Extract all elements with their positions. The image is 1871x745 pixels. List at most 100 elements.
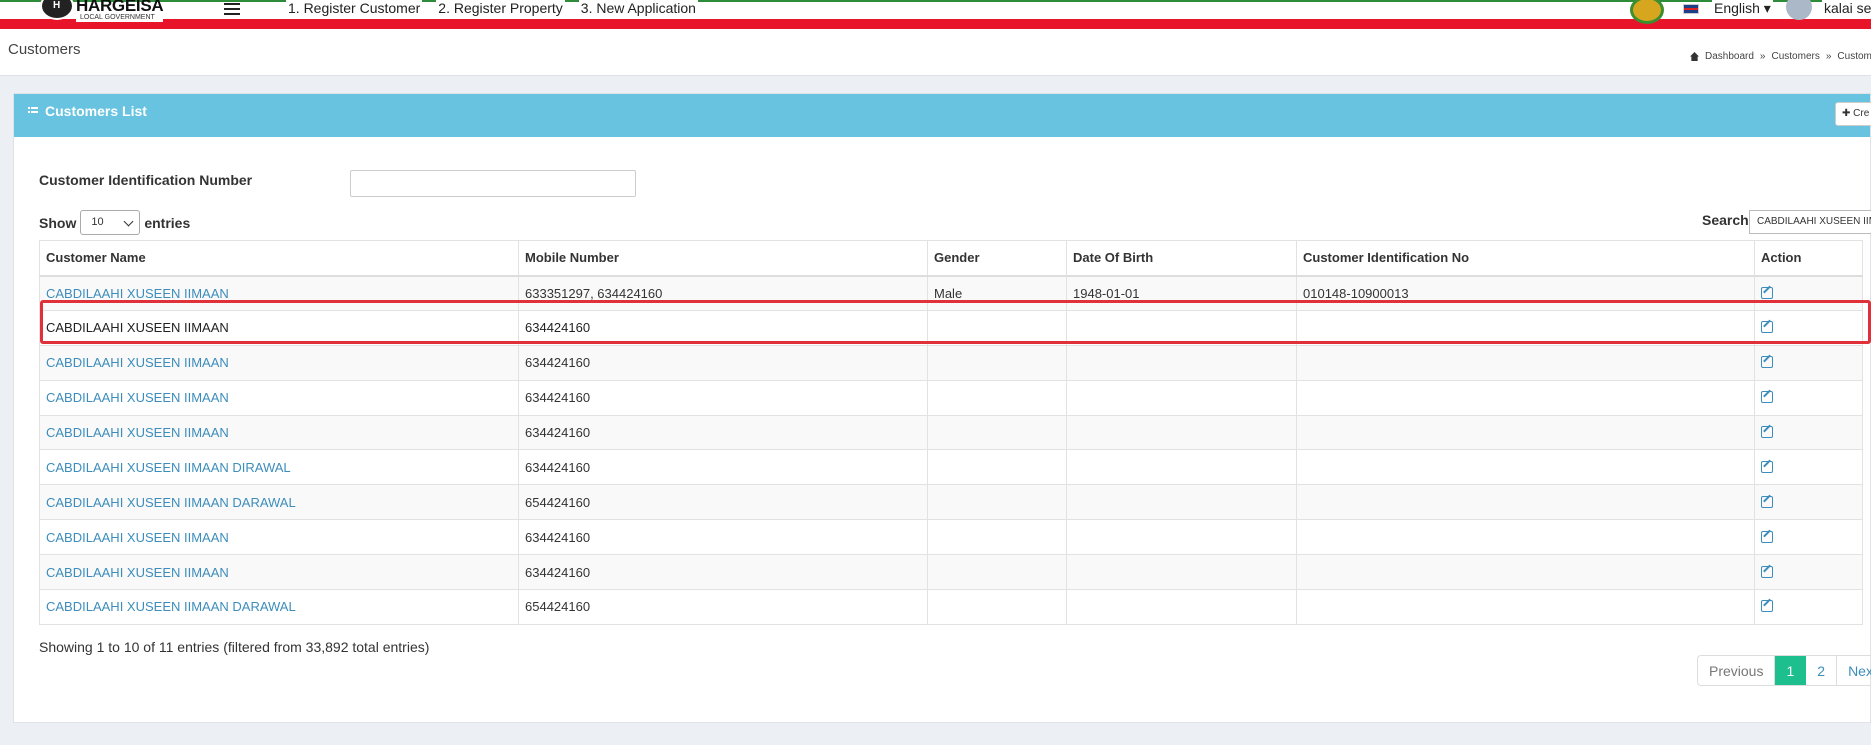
breadcrumb-dashboard[interactable]: Dashboard bbox=[1705, 51, 1754, 62]
mobile-cell: 654424160 bbox=[518, 589, 928, 625]
dob-cell bbox=[1066, 344, 1297, 381]
edit-icon[interactable] bbox=[1761, 565, 1773, 578]
edit-icon[interactable] bbox=[1761, 321, 1773, 334]
edit-icon[interactable] bbox=[1761, 600, 1773, 613]
gender-cell bbox=[927, 414, 1067, 451]
gender-cell bbox=[927, 344, 1067, 381]
cid-cell bbox=[1296, 554, 1755, 591]
edit-icon[interactable] bbox=[1761, 356, 1773, 369]
edit-icon[interactable] bbox=[1761, 495, 1773, 508]
pagination-page-2[interactable]: 2 bbox=[1806, 656, 1838, 685]
customers-box: Customers List ✚ Cre Customer Identifica… bbox=[13, 93, 1871, 723]
pagination-next[interactable]: Next bbox=[1837, 656, 1871, 685]
breadcrumb: Dashboard » Customers » Custom bbox=[1690, 51, 1871, 62]
pagination-page-1[interactable]: 1 bbox=[1775, 656, 1807, 685]
edit-icon[interactable] bbox=[1761, 426, 1773, 438]
box-header: Customers List ✚ Cre bbox=[14, 94, 1871, 137]
table-info: Showing 1 to 10 of 11 entries (filtered … bbox=[39, 639, 430, 655]
table-row: CABDILAAHI XUSEEN IIMAAN 634424160 bbox=[39, 519, 1863, 556]
customer-name-link[interactable]: CABDILAAHI XUSEEN IIMAAN bbox=[46, 425, 229, 440]
cid-cell bbox=[1296, 519, 1755, 556]
table-row: CABDILAAHI XUSEEN IIMAAN DIRAWAL 6344241… bbox=[39, 449, 1863, 486]
gender-cell bbox=[927, 484, 1067, 521]
column-header[interactable]: Gender bbox=[927, 240, 1067, 277]
breadcrumb-separator: » bbox=[1825, 51, 1832, 62]
edit-icon[interactable] bbox=[1761, 530, 1773, 543]
gender-cell bbox=[927, 379, 1067, 416]
pagination-previous[interactable]: Previous bbox=[1698, 656, 1776, 685]
breadcrumb-current: Custom bbox=[1837, 51, 1871, 62]
dob-cell bbox=[1066, 554, 1297, 591]
gender-cell bbox=[927, 519, 1067, 556]
customer-name-link[interactable]: CABDILAAHI XUSEEN IIMAAN bbox=[46, 390, 229, 405]
cid-cell bbox=[1296, 379, 1755, 416]
nav-register-customer[interactable]: 1. Register Customer bbox=[286, 0, 423, 16]
table-row: CABDILAAHI XUSEEN IIMAAN 634424160 bbox=[39, 379, 1863, 416]
mobile-cell: 633351297, 634424160 bbox=[518, 275, 928, 311]
cid-cell bbox=[1296, 449, 1755, 486]
cid-cell bbox=[1296, 309, 1755, 346]
nav-new-application[interactable]: 3. New Application bbox=[578, 0, 698, 16]
gender-cell bbox=[927, 589, 1067, 625]
page-title: Customers bbox=[8, 41, 81, 58]
top-navbar: HARGEISA LOCAL GOVERNMENT 1. Register Cu… bbox=[0, 0, 1871, 30]
table-row: CABDILAAHI XUSEEN IIMAAN 633351297, 6344… bbox=[39, 275, 1863, 311]
dob-cell bbox=[1066, 379, 1297, 416]
cid-cell bbox=[1296, 484, 1755, 521]
customer-name-link[interactable]: CABDILAAHI XUSEEN IIMAAN bbox=[46, 320, 229, 335]
table-row: CABDILAAHI XUSEEN IIMAAN DARAWAL 6544241… bbox=[39, 589, 1863, 625]
mobile-cell: 654424160 bbox=[518, 484, 928, 521]
cid-cell bbox=[1296, 414, 1755, 451]
column-header[interactable]: Action bbox=[1754, 240, 1863, 277]
create-customer-button[interactable]: ✚ Cre bbox=[1835, 102, 1871, 126]
show-label: Show bbox=[39, 214, 77, 231]
edit-icon[interactable] bbox=[1761, 286, 1773, 299]
menu-toggle-icon[interactable] bbox=[224, 3, 240, 15]
gender-cell bbox=[927, 309, 1067, 346]
customer-name-link[interactable]: CABDILAAHI XUSEEN IIMAAN bbox=[46, 565, 229, 580]
page-size-value: 10 bbox=[91, 216, 104, 228]
edit-icon[interactable] bbox=[1761, 391, 1773, 404]
table-header-row: Customer Name Mobile Number Gender Date … bbox=[39, 240, 1863, 277]
column-header[interactable]: Date Of Birth bbox=[1066, 240, 1297, 277]
customer-id-filter-input[interactable] bbox=[350, 170, 636, 197]
column-header[interactable]: Mobile Number bbox=[518, 240, 928, 277]
logo[interactable]: HARGEISA LOCAL GOVERNMENT bbox=[40, 0, 164, 22]
language-dropdown[interactable]: English ▾ bbox=[1712, 0, 1773, 17]
logo-title: HARGEISA bbox=[76, 0, 164, 15]
customer-name-link[interactable]: CABDILAAHI XUSEEN IIMAAN bbox=[46, 286, 229, 301]
home-icon bbox=[1690, 52, 1699, 61]
customer-name-link[interactable]: CABDILAAHI XUSEEN IIMAAN DARAWAL bbox=[46, 495, 296, 510]
cid-cell bbox=[1296, 589, 1755, 625]
filter-label: Customer Identification Number bbox=[39, 172, 253, 188]
uk-flag-icon[interactable] bbox=[1683, 4, 1699, 14]
breadcrumb-separator: » bbox=[1759, 51, 1766, 62]
search-input[interactable]: CABDILAAHI XUSEEN IIM bbox=[1749, 210, 1871, 234]
mobile-cell: 634424160 bbox=[518, 554, 928, 591]
table-row: CABDILAAHI XUSEEN IIMAAN 634424160 bbox=[39, 554, 1863, 591]
user-avatar[interactable] bbox=[1786, 0, 1812, 20]
customer-name-link[interactable]: CABDILAAHI XUSEEN IIMAAN bbox=[46, 355, 229, 370]
dob-cell bbox=[1066, 589, 1297, 625]
nav-register-property[interactable]: 2. Register Property bbox=[436, 0, 565, 16]
customer-name-link[interactable]: CABDILAAHI XUSEEN IIMAAN bbox=[46, 530, 229, 545]
cid-cell bbox=[1296, 344, 1755, 381]
breadcrumb-customers[interactable]: Customers bbox=[1771, 51, 1819, 62]
customer-name-link[interactable]: CABDILAAHI XUSEEN IIMAAN DIRAWAL bbox=[46, 460, 291, 475]
mobile-cell: 634424160 bbox=[518, 309, 928, 346]
edit-icon[interactable] bbox=[1761, 460, 1773, 473]
table-row: CABDILAAHI XUSEEN IIMAAN DARAWAL 6544241… bbox=[39, 484, 1863, 521]
box-title: Customers List bbox=[28, 103, 147, 119]
column-header[interactable]: Customer Name bbox=[39, 240, 519, 277]
dob-cell bbox=[1066, 449, 1297, 486]
page-size-select[interactable]: 10 bbox=[80, 210, 141, 235]
gender-cell bbox=[927, 449, 1067, 486]
content-header: Customers Dashboard » Customers » Custom bbox=[0, 29, 1871, 76]
mobile-cell: 634424160 bbox=[518, 519, 928, 556]
top-nav: 1. Register Customer 2. Register Propert… bbox=[286, 0, 698, 16]
customer-name-link[interactable]: CABDILAAHI XUSEEN IIMAAN DARAWAL bbox=[46, 599, 296, 614]
user-name[interactable]: kalai sel bbox=[1822, 0, 1871, 16]
chevron-down-icon bbox=[123, 216, 134, 227]
column-header[interactable]: Customer Identification No bbox=[1296, 240, 1755, 277]
dob-cell bbox=[1066, 519, 1297, 556]
